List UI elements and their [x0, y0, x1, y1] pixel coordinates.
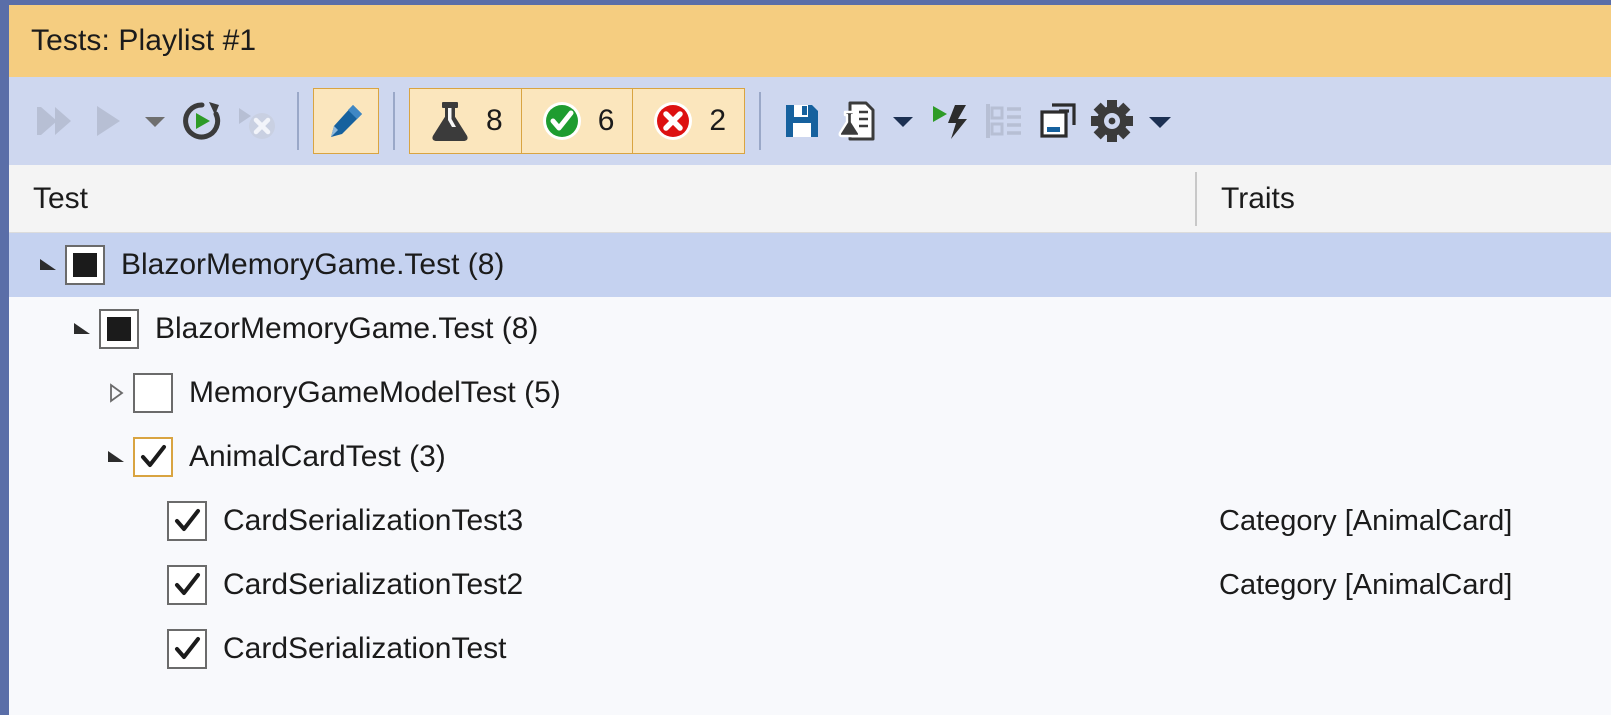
test-tree-row[interactable]: CardSerializationTest3 Category [AnimalCa…	[9, 489, 1611, 553]
test-tree-row[interactable]: BlazorMemoryGame.Test (8)	[9, 233, 1611, 297]
expand-triangle-icon[interactable]	[31, 233, 65, 297]
save-playlist-button[interactable]	[775, 90, 829, 152]
settings-dropdown-button[interactable]	[1139, 90, 1181, 152]
triangle-down-icon	[74, 323, 90, 334]
checkmark-icon	[141, 445, 166, 467]
test-checkbox[interactable]	[167, 565, 207, 605]
test-tree-row-main: CardSerializationTest	[9, 617, 1195, 681]
expand-triangle-icon[interactable]	[65, 297, 99, 361]
run-dropdown-button[interactable]	[135, 90, 175, 152]
checkbox-partial-icon	[73, 253, 97, 277]
test-tree-row-label: AnimalCardTest (3)	[189, 440, 446, 473]
test-tree-row-main: BlazorMemoryGame.Test (8)	[9, 233, 1195, 297]
run-button[interactable]	[81, 90, 135, 152]
test-tree-row-label: CardSerializationTest3	[223, 504, 524, 537]
test-tree-row[interactable]: BlazorMemoryGame.Test (8)	[9, 297, 1611, 361]
edit-playlist-button[interactable]	[313, 88, 379, 154]
page-title: Tests: Playlist #1	[31, 24, 257, 57]
copy-window-icon	[1040, 103, 1076, 138]
copy-window-button[interactable]	[1031, 90, 1085, 152]
test-checkbox[interactable]	[167, 501, 207, 541]
test-tree-row-main: CardSerializationTest2	[9, 553, 1195, 617]
triangle-down-icon	[40, 259, 56, 270]
test-tree-row-main: MemoryGameModelTest (5)	[9, 361, 1195, 425]
test-checkbox[interactable]	[167, 629, 207, 669]
settings-button[interactable]	[1085, 90, 1139, 152]
toolbar-separator	[759, 92, 762, 150]
window-title-bar: Tests: Playlist #1	[9, 5, 1611, 77]
test-checkbox[interactable]	[133, 373, 173, 413]
checkmark-icon	[175, 573, 200, 595]
run-all-tests-button[interactable]	[27, 90, 81, 152]
checkmark-icon	[175, 637, 200, 659]
chevron-down-icon	[145, 117, 165, 127]
test-tree-row-label: BlazorMemoryGame.Test (8)	[121, 248, 505, 281]
chevron-down-icon	[893, 117, 914, 127]
flask-icon	[432, 102, 468, 141]
collapse-triangle-icon[interactable]	[99, 361, 133, 425]
checkmark-icon	[175, 509, 200, 531]
filter-total-tests[interactable]: 8	[409, 88, 522, 154]
play-lightning-icon	[933, 105, 968, 139]
rerun-icon	[183, 102, 221, 140]
check-circle-icon	[542, 102, 581, 140]
test-document-dropdown-button[interactable]	[883, 90, 923, 152]
test-tree-row-main: BlazorMemoryGame.Test (8)	[9, 297, 1195, 361]
run-all-icon	[37, 107, 71, 135]
column-header-test[interactable]: Test	[9, 182, 1195, 216]
test-tree-row-main: AnimalCardTest (3)	[9, 425, 1195, 489]
filter-failed-count: 2	[709, 104, 727, 137]
column-header-traits[interactable]: Traits	[1195, 171, 1611, 226]
triangle-down-icon	[108, 451, 124, 462]
test-tree-row[interactable]: CardSerializationTest2 Category [AnimalCa…	[9, 553, 1611, 617]
chevron-down-icon	[1149, 117, 1172, 128]
test-tree-row-label: BlazorMemoryGame.Test (8)	[155, 312, 539, 345]
group-by-button[interactable]	[977, 90, 1031, 152]
test-document-icon	[838, 101, 875, 141]
twisty-placeholder	[133, 617, 167, 681]
pencil-icon	[331, 105, 362, 137]
test-checkbox[interactable]	[133, 437, 173, 477]
test-checkbox[interactable]	[99, 309, 139, 349]
toolbar: 8 6 2	[9, 77, 1611, 165]
play-icon	[97, 106, 120, 136]
test-tree: BlazorMemoryGame.Test (8) BlazorMemoryGam…	[9, 233, 1611, 685]
stop-icon	[239, 108, 275, 139]
group-by-icon	[986, 104, 1022, 138]
error-circle-icon	[654, 102, 693, 140]
test-tree-row[interactable]: AnimalCardTest (3)	[9, 425, 1611, 489]
triangle-right-icon	[110, 383, 124, 403]
stop-button[interactable]	[229, 90, 283, 152]
test-tree-row-label: CardSerializationTest2	[223, 568, 524, 601]
test-tree-row-label: MemoryGameModelTest (5)	[189, 376, 561, 409]
test-tree-row[interactable]: CardSerializationTest	[9, 617, 1611, 681]
test-tree-row-traits: Category [AnimalCard]	[1219, 504, 1513, 537]
filter-failed-tests[interactable]: 2	[632, 88, 746, 154]
test-explorer-window: Tests: Playlist #1 8 6 2 Test Traits Bla…	[0, 0, 1611, 715]
filter-passed-tests[interactable]: 6	[520, 88, 634, 154]
test-tree-row[interactable]: MemoryGameModelTest (5)	[9, 361, 1611, 425]
filter-passed-count: 6	[597, 104, 615, 137]
column-header-row: Test Traits	[9, 165, 1611, 233]
repeat-last-run-button[interactable]	[175, 90, 229, 152]
filter-total-count: 8	[486, 104, 503, 137]
test-tree-row-main: CardSerializationTest3	[9, 489, 1195, 553]
toolbar-separator	[393, 92, 395, 150]
run-with-profiler-button[interactable]	[923, 90, 977, 152]
twisty-placeholder	[133, 489, 167, 553]
test-tree-row-label: CardSerializationTest	[223, 632, 507, 665]
gear-icon	[1091, 100, 1134, 142]
test-filter-group: 8 6 2	[409, 88, 746, 154]
save-icon	[786, 105, 819, 137]
test-tree-row-traits: Category [AnimalCard]	[1219, 568, 1513, 601]
twisty-placeholder	[133, 553, 167, 617]
toolbar-separator	[297, 92, 299, 150]
test-document-button[interactable]	[829, 90, 883, 152]
expand-triangle-icon[interactable]	[99, 425, 133, 489]
checkbox-partial-icon	[107, 317, 131, 341]
test-checkbox[interactable]	[65, 245, 105, 285]
